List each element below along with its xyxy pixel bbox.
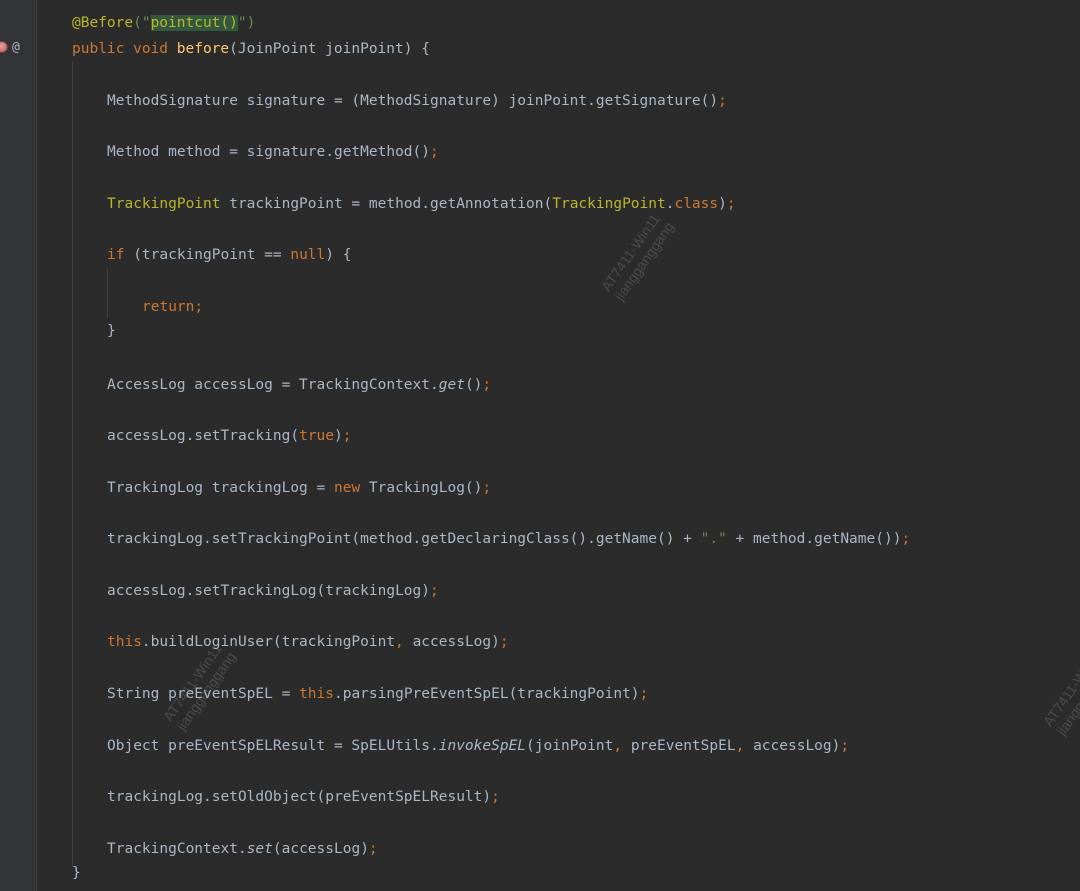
code-token: .buildLoginUser(trackingPoint — [141, 634, 396, 650]
code-token: class — [674, 196, 719, 212]
code-token: (" — [133, 15, 151, 31]
code-token: get — [438, 377, 465, 393]
code-token: this — [299, 686, 334, 702]
code-token: public — [72, 41, 134, 57]
code-token: ; — [491, 789, 500, 805]
code-token: ") — [237, 15, 256, 31]
code-token: Object preEventSpELResult = SpELUtils. — [107, 738, 439, 754]
code-token: ) — [718, 196, 727, 212]
code-token: ) — [333, 428, 343, 444]
code-token: ; — [482, 480, 492, 496]
code-token: accessLog) — [412, 634, 500, 650]
code-token: , — [613, 738, 631, 754]
code-token: AccessLog accessLog = TrackingContext. — [107, 377, 439, 393]
code-token: ; — [718, 93, 727, 109]
code-token: accessLog.setTrackingLog(trackingLog) — [107, 583, 431, 599]
code-token: new — [333, 480, 369, 496]
code-token: (trackingPoint == — [133, 247, 291, 263]
code-editor[interactable]: @Before("pointcut()") public void before(… — [0, 0, 1080, 891]
code-token: trackingLog.setTrackingPoint(method.getD… — [107, 531, 701, 547]
code-token: "." — [700, 531, 727, 547]
code-token: preEventSpEL — [630, 738, 736, 754]
code-token: pointcut() — [150, 15, 238, 31]
code-line[interactable]: AccessLog accessLog = TrackingContext.ge… — [107, 375, 491, 395]
code-token: ; — [499, 634, 509, 650]
code-token: if — [107, 247, 134, 263]
code-token: () — [464, 377, 483, 393]
code-line[interactable]: MethodSignature signature = (MethodSigna… — [107, 91, 727, 111]
code-token: , — [735, 738, 754, 754]
code-token: accessLog) — [753, 738, 841, 754]
code-token: TrackingPoint — [552, 196, 666, 212]
code-line[interactable]: @Before("pointcut()") — [72, 13, 255, 33]
code-line[interactable]: trackingLog.setOldObject(preEventSpELRes… — [107, 787, 500, 807]
code-line[interactable]: Object preEventSpELResult = SpELUtils.in… — [107, 736, 849, 756]
code-token: ; — [901, 531, 911, 547]
code-token: (accessLog) — [272, 841, 369, 857]
code-line[interactable]: TrackingLog trackingLog = new TrackingLo… — [107, 478, 491, 498]
code-token: true — [299, 428, 334, 444]
code-token: TrackingContext. — [107, 841, 247, 857]
code-line[interactable]: return; — [142, 297, 203, 317]
code-token: null — [290, 247, 326, 263]
code-line[interactable]: if (trackingPoint == null) { — [107, 245, 351, 265]
code-token: .parsingPreEventSpEL(trackingPoint) — [333, 686, 640, 702]
code-line[interactable]: accessLog.setTrackingLog(trackingLog); — [107, 581, 439, 601]
code-token: trackingLog.setOldObject(preEventSpELRes… — [107, 789, 492, 805]
code-line[interactable]: public void before(JoinPoint joinPoint) … — [72, 39, 430, 59]
code-token: Method method = signature.getMethod() — [107, 144, 431, 160]
code-token: TrackingPoint — [107, 196, 230, 212]
code-token: ) { — [325, 247, 352, 263]
code-token: ; — [726, 196, 736, 212]
code-line[interactable]: this.buildLoginUser(trackingPoint, acces… — [107, 632, 509, 652]
code-token: } — [72, 865, 81, 881]
code-line[interactable]: trackingLog.setTrackingPoint(method.getD… — [107, 529, 910, 549]
code-line[interactable]: TrackingContext.set(accessLog); — [107, 839, 378, 859]
code-line[interactable]: } — [107, 321, 116, 341]
code-token: void — [133, 41, 177, 57]
code-line[interactable]: } — [72, 863, 81, 883]
code-token: invokeSpEL — [438, 738, 527, 754]
code-token: ; — [840, 738, 850, 754]
code-token: trackingPoint = method.getAnnotation( — [229, 196, 553, 212]
code-token: } — [107, 323, 116, 339]
code-token: @Before — [72, 15, 134, 31]
code-token: MethodSignature signature = (MethodSigna… — [107, 93, 719, 109]
code-token: return; — [142, 299, 204, 315]
code-token: set — [246, 841, 273, 857]
code-token: accessLog.setTracking( — [107, 428, 300, 444]
code-token: , — [395, 634, 413, 650]
code-token: ; — [639, 686, 649, 702]
code-token: TrackingLog() — [368, 480, 483, 496]
code-token: ; — [342, 428, 352, 444]
code-token: before — [176, 41, 230, 57]
code-token: + method.getName()) — [726, 531, 902, 547]
code-token: ; — [430, 583, 439, 599]
code-token: ; — [430, 144, 439, 160]
code-token: this — [107, 634, 142, 650]
code-token: TrackingLog trackingLog = — [107, 480, 334, 496]
code-token: ; — [482, 377, 492, 393]
code-line[interactable]: Method method = signature.getMethod(); — [107, 142, 439, 162]
code-token: ; — [368, 841, 378, 857]
code-token: (JoinPoint joinPoint) { — [229, 41, 430, 57]
code-line[interactable]: accessLog.setTracking(true); — [107, 426, 351, 446]
code-token: (joinPoint — [526, 738, 614, 754]
code-line[interactable]: TrackingPoint trackingPoint = method.get… — [107, 194, 736, 214]
